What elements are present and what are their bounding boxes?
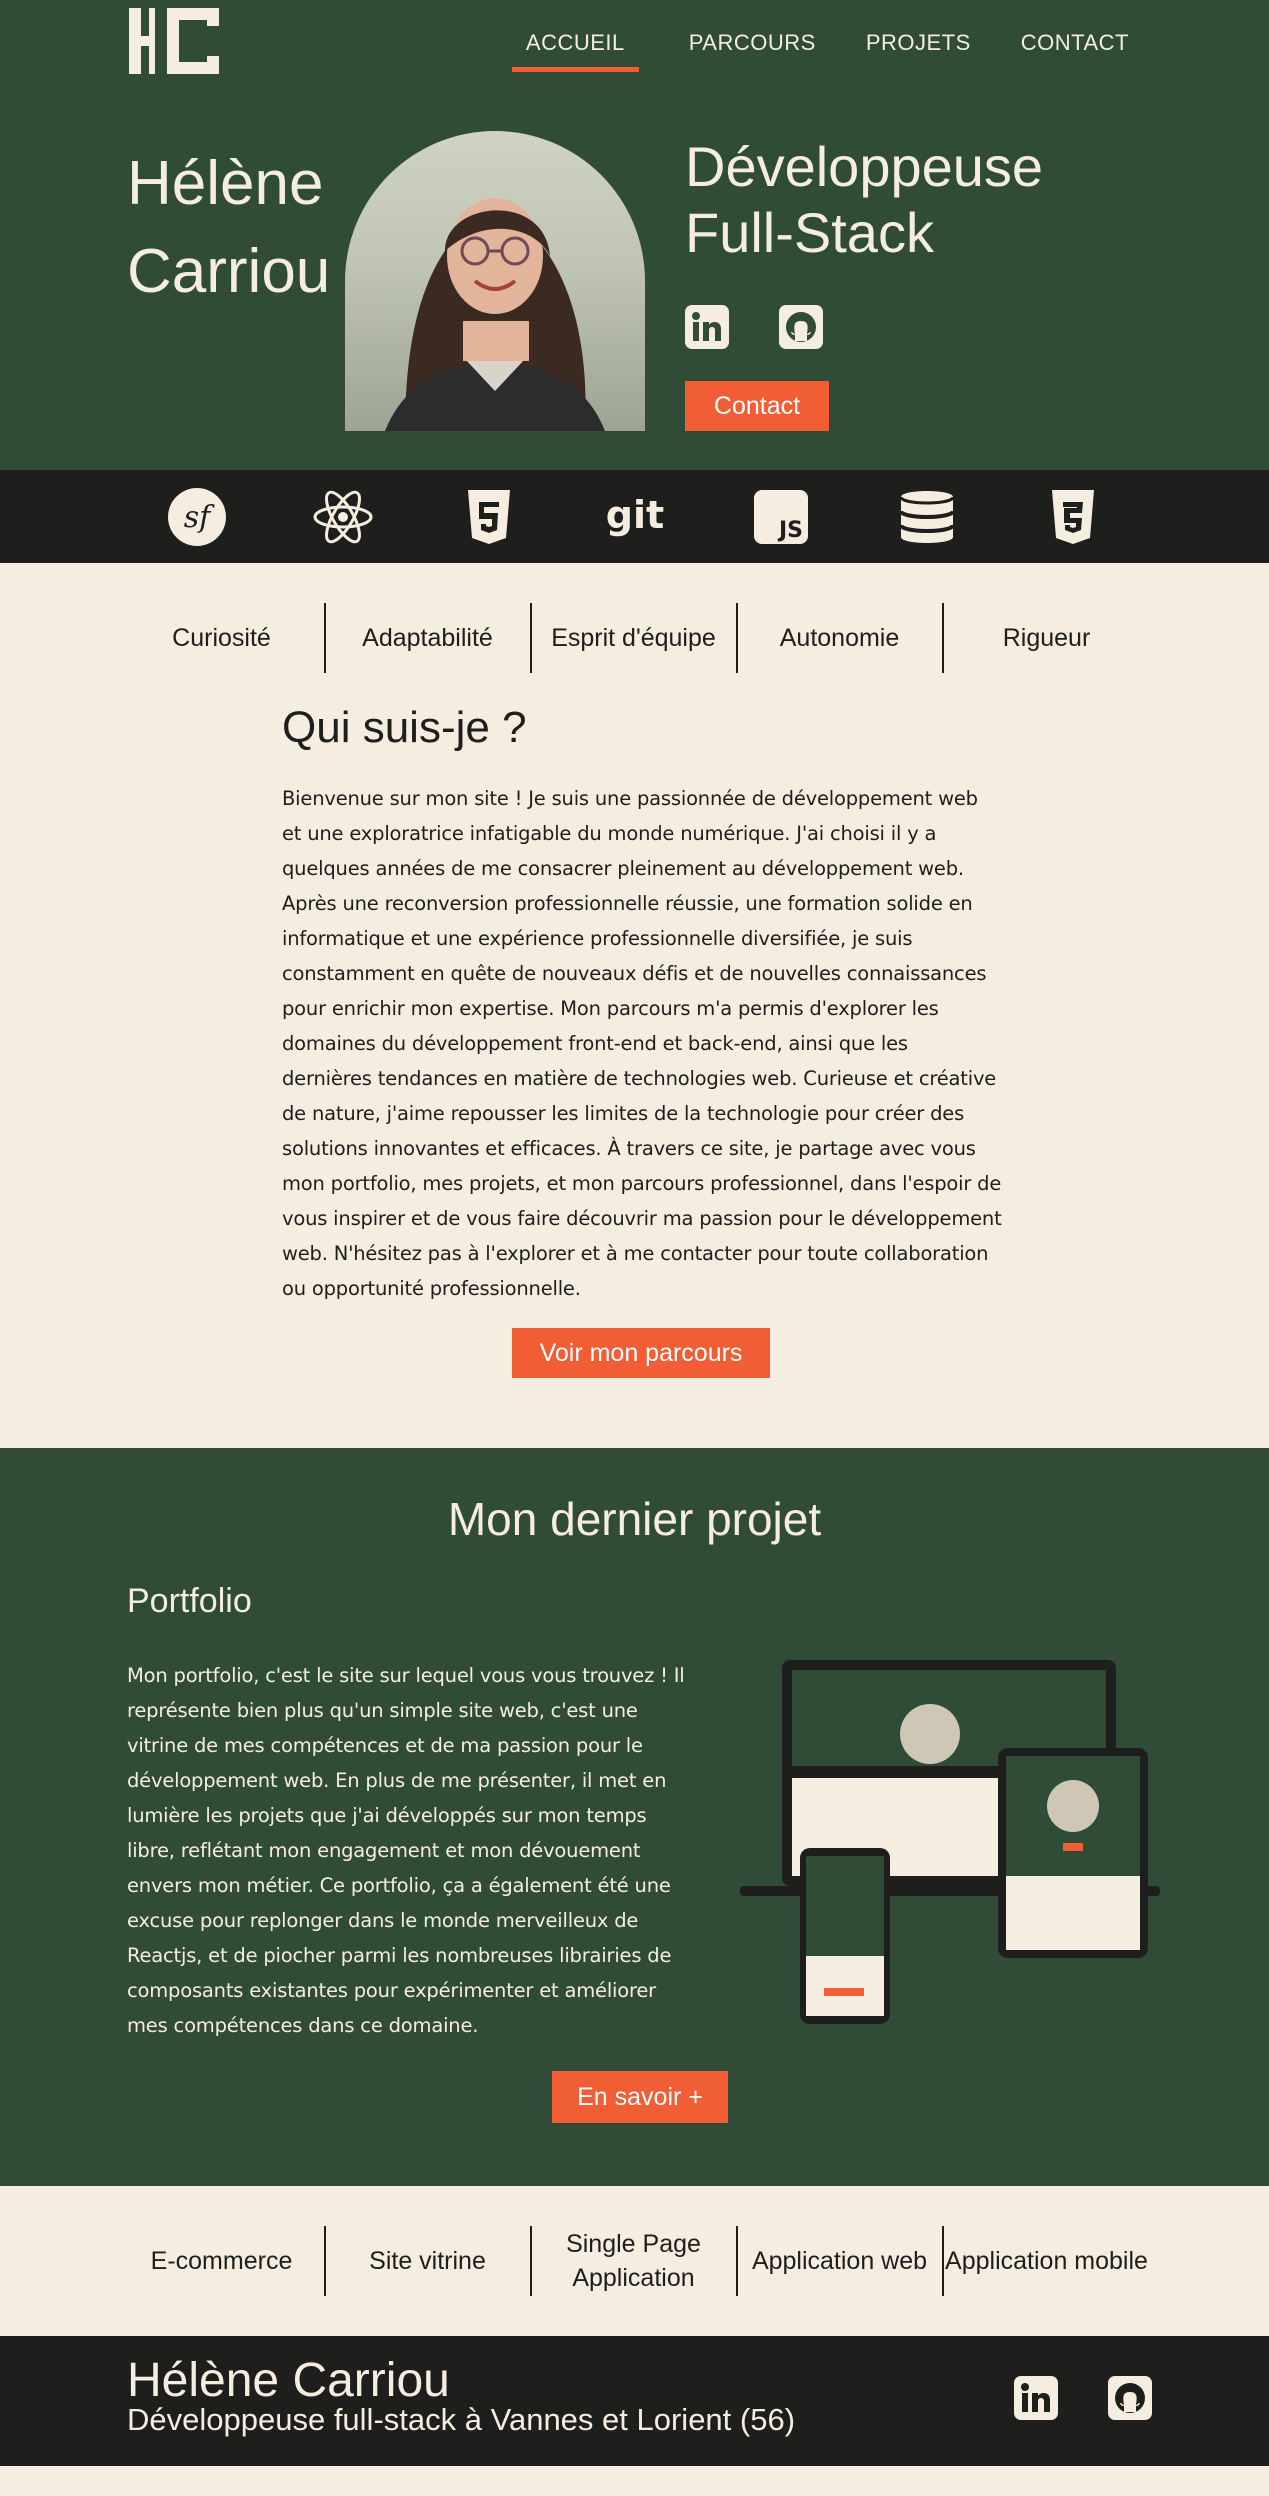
- portrait-illustration: [385, 198, 605, 431]
- git-icon: git: [562, 470, 708, 563]
- github-icon[interactable]: [1108, 2376, 1152, 2420]
- profile-photo: [345, 131, 645, 431]
- nav-contact[interactable]: CONTACT: [1021, 30, 1129, 72]
- service-label: Single Page: [566, 2230, 701, 2258]
- service-label: Application web: [751, 2247, 928, 2275]
- hero-social-links: [685, 305, 823, 349]
- linkedin-icon[interactable]: [1014, 2376, 1058, 2420]
- service-label-line2: Application: [572, 2264, 695, 2292]
- hero-title-line1: Développeuse: [685, 135, 1044, 198]
- nav-accueil[interactable]: ACCUEIL: [511, 30, 639, 72]
- main-nav: ACCUEIL PARCOURS PROJETS CONTACT: [511, 30, 1129, 72]
- about-section: Qui suis-je ? Bienvenue sur mon site ! J…: [0, 703, 1269, 1448]
- css3-icon: [1000, 470, 1146, 563]
- github-icon[interactable]: [779, 305, 823, 349]
- service-item: Application mobile: [944, 2226, 1150, 2296]
- qualities-list: Curiosité Adaptabilité Esprit d'équipe A…: [0, 563, 1269, 673]
- quality-item: Esprit d'équipe: [532, 603, 738, 673]
- js-label: JS: [776, 518, 802, 543]
- react-icon: [270, 470, 416, 563]
- hero-section: ACCUEIL PARCOURS PROJETS CONTACT Hélène …: [0, 0, 1269, 470]
- service-label: E-commerce: [150, 2247, 293, 2275]
- nav-parcours[interactable]: PARCOURS: [689, 30, 816, 72]
- service-label: Application mobile: [945, 2247, 1148, 2275]
- project-description: Mon portfolio, c'est le site sur lequel …: [127, 1664, 685, 2037]
- en-savoir-plus-button[interactable]: En savoir +: [552, 2071, 728, 2123]
- service-item: Site vitrine: [326, 2226, 532, 2296]
- quality-item: Rigueur: [1002, 623, 1091, 652]
- portfolio-device-mockups: [740, 1660, 1160, 2024]
- service-item: Application web: [738, 2226, 944, 2296]
- service-item: Single Page Application: [532, 2226, 738, 2296]
- footer: Hélène Carriou Développeuse full-stack à…: [0, 2336, 1269, 2466]
- quality-item: Adaptabilité: [326, 603, 532, 673]
- hero-job-title: Développeuse Full-Stack: [685, 134, 1043, 266]
- about-text: Bienvenue sur mon site ! Je suis une pas…: [282, 787, 1002, 1300]
- hero-name: Hélène Carriou: [127, 140, 330, 316]
- services-list: E-commerce Site vitrine Single Page Appli…: [0, 2186, 1269, 2336]
- service-label: Site vitrine: [369, 2247, 486, 2275]
- nav-projets[interactable]: PROJETS: [866, 30, 971, 72]
- quality-item: Curiosité: [120, 603, 326, 673]
- hero-last-name: Carriou: [127, 237, 331, 306]
- html5-icon: [416, 470, 562, 563]
- hero-title-line2: Full-Stack: [685, 201, 934, 264]
- project-section-title: Mon dernier projet: [447, 1493, 822, 1545]
- database-icon: [854, 470, 1000, 563]
- hc-logo[interactable]: [127, 6, 227, 76]
- symfony-icon: sf: [124, 470, 270, 563]
- latest-project-section: Mon dernier projet Portfolio Mon portfol…: [0, 1448, 1269, 2186]
- linkedin-icon[interactable]: [685, 305, 729, 349]
- project-name: Portfolio: [127, 1582, 252, 1620]
- footer-tagline: Développeuse full-stack à Vannes et Lori…: [127, 2402, 796, 2437]
- footer-name: Hélène Carriou: [127, 2354, 450, 2407]
- hero-first-name: Hélène: [127, 149, 324, 218]
- footer-social-links: [1014, 2376, 1152, 2420]
- quality-item: Autonomie: [738, 603, 944, 673]
- voir-parcours-button[interactable]: Voir mon parcours: [512, 1328, 770, 1378]
- git-label: git: [605, 493, 663, 537]
- tech-stack-bar: sf git JS: [0, 470, 1269, 563]
- about-title: Qui suis-je ?: [282, 703, 527, 752]
- contact-button[interactable]: Contact: [685, 381, 829, 431]
- javascript-icon: JS: [708, 470, 854, 563]
- service-item: E-commerce: [120, 2226, 326, 2296]
